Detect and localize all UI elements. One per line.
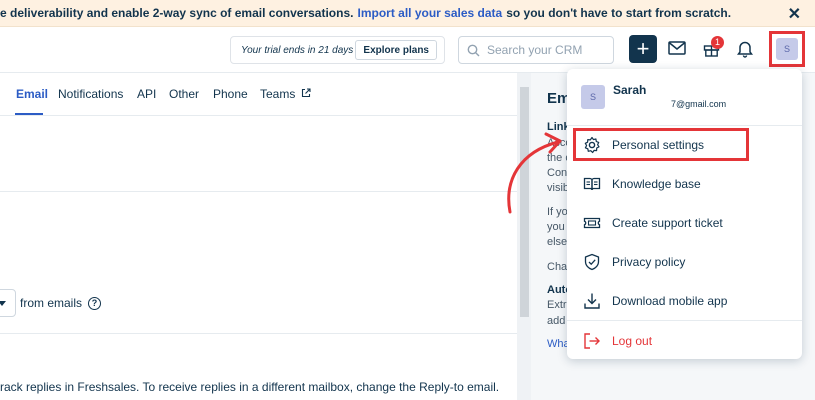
user-email: 7@gmail.com — [671, 99, 727, 109]
menu-divider — [567, 320, 802, 321]
help-panel-line: add — [547, 315, 566, 327]
notification-badge: 1 — [711, 36, 724, 49]
search-input[interactable]: Search your CRM — [458, 36, 614, 64]
section-divider — [0, 333, 517, 334]
menu-item-label: Knowledge base — [612, 177, 701, 191]
tab-teams[interactable]: Teams — [260, 87, 311, 101]
import-data-link[interactable]: Import all your sales data — [357, 6, 502, 20]
shield-icon — [584, 253, 600, 271]
menu-item-label: Create support ticket — [612, 216, 723, 230]
banner-text: e deliverability and enable 2-way sync o… — [0, 6, 354, 20]
menu-item-label: Privacy policy — [612, 255, 686, 269]
profile-avatar-button[interactable]: S — [769, 31, 805, 67]
help-panel-line: you — [547, 221, 565, 233]
annotation-highlight-box — [573, 128, 749, 161]
tab-api[interactable]: API — [137, 87, 156, 101]
logout-icon — [584, 333, 600, 349]
active-tab-indicator — [15, 113, 43, 115]
ticket-icon — [583, 217, 601, 229]
user-name: Sarah — [613, 83, 647, 97]
settings-tabs: Email Notifications API Other Phone Team… — [0, 73, 517, 116]
announcement-banner: e deliverability and enable 2-way sync o… — [0, 0, 815, 27]
mail-icon[interactable] — [668, 41, 686, 55]
external-link-icon — [301, 88, 311, 98]
download-icon — [584, 293, 600, 309]
tab-teams-label: Teams — [260, 87, 296, 101]
tab-phone[interactable]: Phone — [213, 87, 248, 101]
close-banner-button[interactable]: ✕ — [788, 4, 801, 24]
top-bar: Your trial ends in 21 days i Explore pla… — [0, 27, 815, 73]
banner-text-end: so you don't have to start from scratch. — [506, 6, 732, 20]
user-menu-dropdown: S Sarah 7@gmail.com Personal settings Kn… — [567, 69, 802, 359]
tab-other[interactable]: Other — [169, 87, 199, 101]
menu-item-create-support-ticket[interactable]: Create support ticket — [583, 213, 723, 233]
from-emails-label: from emails — [20, 296, 83, 310]
quick-add-button[interactable]: + — [629, 35, 657, 63]
menu-item-label: Download mobile app — [612, 294, 728, 308]
section-divider — [0, 191, 517, 192]
menu-item-log-out[interactable]: Log out — [583, 331, 652, 351]
menu-item-download-mobile-app[interactable]: Download mobile app — [583, 291, 727, 311]
source-select[interactable] — [0, 289, 16, 317]
book-icon — [583, 177, 601, 191]
chevron-down-icon — [0, 301, 6, 306]
search-placeholder: Search your CRM — [487, 43, 583, 57]
avatar: S — [776, 38, 798, 60]
help-icon[interactable]: ? — [88, 297, 101, 310]
menu-divider — [567, 125, 802, 126]
menu-item-label: Log out — [612, 334, 653, 348]
menu-item-knowledge-base[interactable]: Knowledge base — [583, 174, 701, 194]
search-icon — [467, 44, 480, 56]
tab-notifications[interactable]: Notifications — [58, 87, 123, 101]
menu-item-privacy-policy[interactable]: Privacy policy — [583, 252, 685, 272]
reply-tracking-description: rack replies in Freshsales. To receive r… — [0, 380, 500, 394]
avatar: S — [581, 85, 605, 109]
explore-plans-button[interactable]: Explore plans — [355, 40, 437, 60]
trial-text: Your trial ends in 21 days — [241, 44, 354, 56]
bell-icon[interactable] — [737, 40, 753, 58]
annotation-arrow-icon — [507, 132, 562, 214]
tab-email[interactable]: Email — [16, 87, 48, 101]
trial-notice: Your trial ends in 21 days i Explore pla… — [230, 36, 445, 64]
